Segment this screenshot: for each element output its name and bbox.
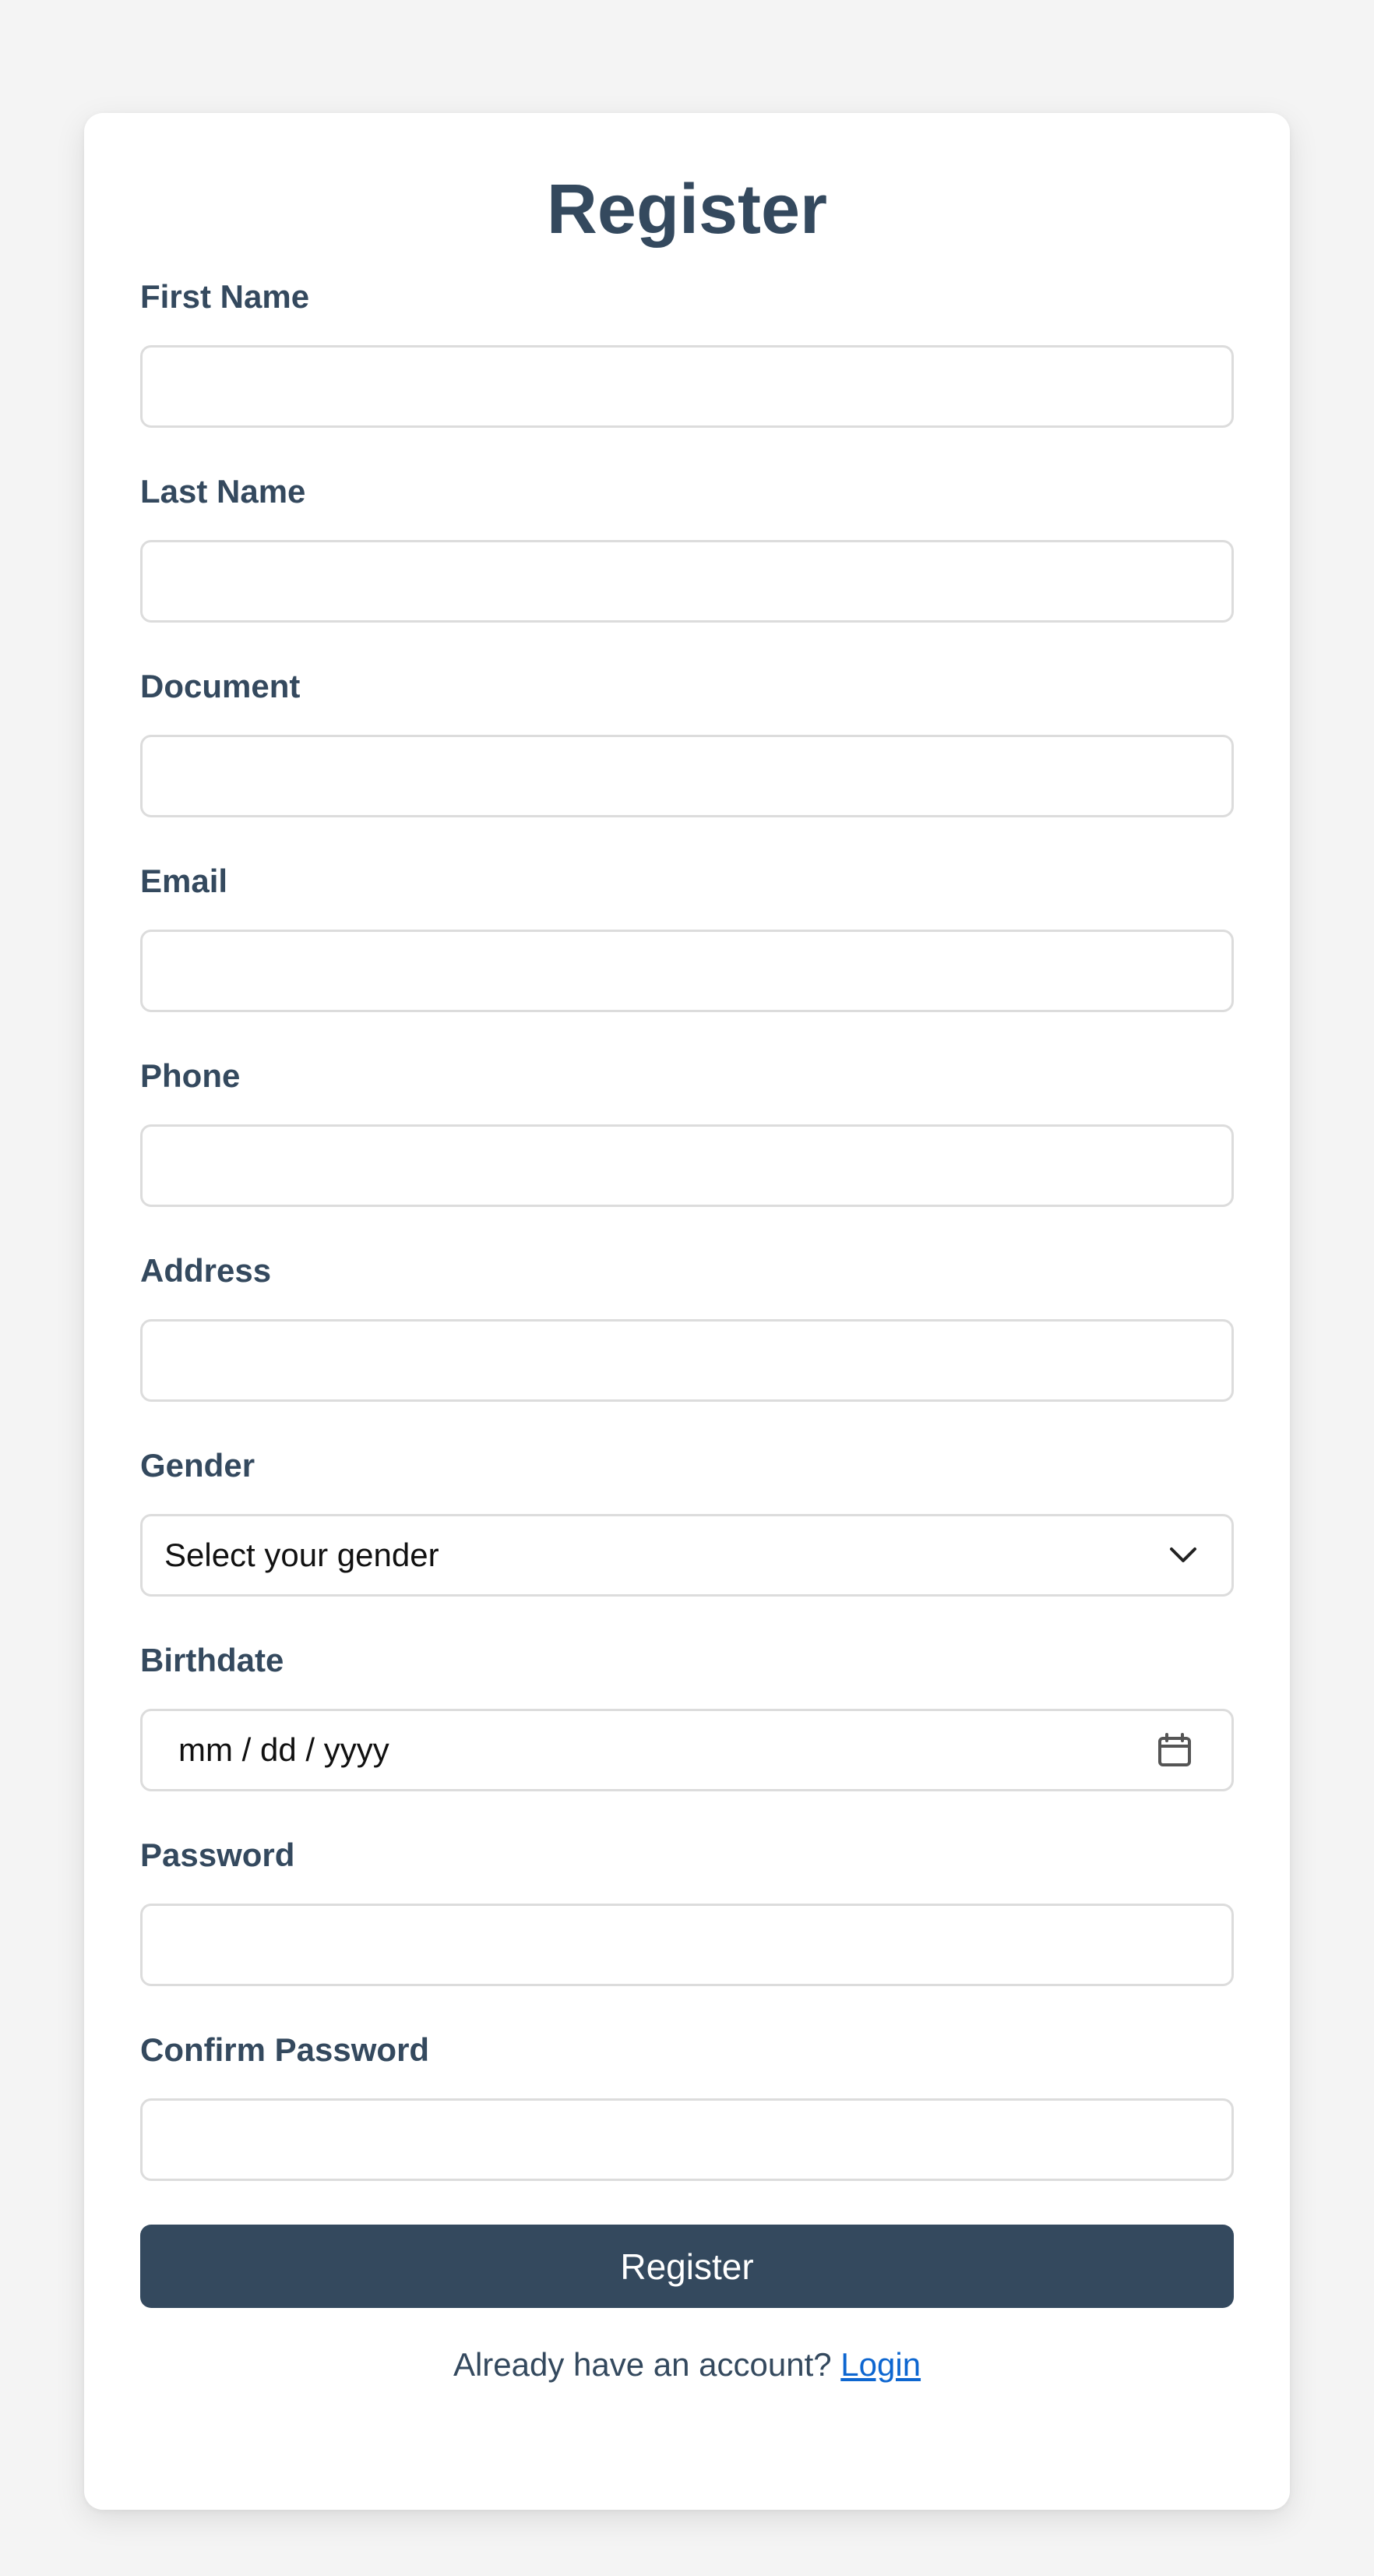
register-button[interactable]: Register (140, 2225, 1234, 2308)
login-prompt: Already have an account? Login (140, 2338, 1234, 2392)
password-input[interactable] (140, 1904, 1234, 1986)
gender-field-group: Gender Select your gender (140, 1447, 1234, 1642)
last-name-field-group: Last Name (140, 473, 1234, 668)
document-field-group: Document (140, 668, 1234, 863)
address-input[interactable] (140, 1319, 1234, 1402)
page-title: Register (546, 171, 828, 249)
confirm-password-input[interactable] (140, 2098, 1234, 2181)
birthdate-format-text: mm / dd / yyyy (178, 1731, 389, 1768)
password-label: Password (140, 1837, 295, 1873)
birthdate-field-group: Birthdate mm / dd / yyyy (140, 1642, 1234, 1837)
confirm-password-label: Confirm Password (140, 2031, 430, 2068)
last-name-label: Last Name (140, 473, 306, 510)
address-label: Address (140, 1252, 272, 1289)
calendar-icon[interactable] (1157, 1732, 1193, 1768)
document-label: Document (140, 668, 301, 704)
gender-label: Gender (140, 1447, 255, 1484)
email-input[interactable] (140, 930, 1234, 1012)
phone-label: Phone (140, 1057, 241, 1094)
birthdate-input[interactable]: mm / dd / yyyy (140, 1709, 1234, 1791)
address-field-group: Address (140, 1252, 1234, 1447)
login-prompt-text: Already have an account? (453, 2346, 832, 2383)
first-name-label: First Name (140, 278, 310, 315)
last-name-input[interactable] (140, 540, 1234, 623)
email-label: Email (140, 863, 228, 899)
gender-select[interactable]: Select your gender (140, 1514, 1234, 1597)
password-field-group: Password (140, 1837, 1234, 2031)
register-form: First Name Last Name Document Email Phon… (140, 278, 1234, 2226)
first-name-field-group: First Name (140, 278, 1234, 473)
gender-selected-value: Select your gender (164, 1537, 439, 1573)
confirm-password-field-group: Confirm Password (140, 2031, 1234, 2226)
phone-field-group: Phone (140, 1057, 1234, 1252)
document-input[interactable] (140, 735, 1234, 817)
phone-input[interactable] (140, 1124, 1234, 1207)
first-name-input[interactable] (140, 345, 1234, 428)
birthdate-label: Birthdate (140, 1642, 284, 1678)
login-link[interactable]: Login (840, 2346, 921, 2383)
chevron-down-icon (1168, 1540, 1199, 1571)
email-field-group: Email (140, 863, 1234, 1057)
register-card: Register First Name Last Name Document E… (84, 113, 1290, 2510)
